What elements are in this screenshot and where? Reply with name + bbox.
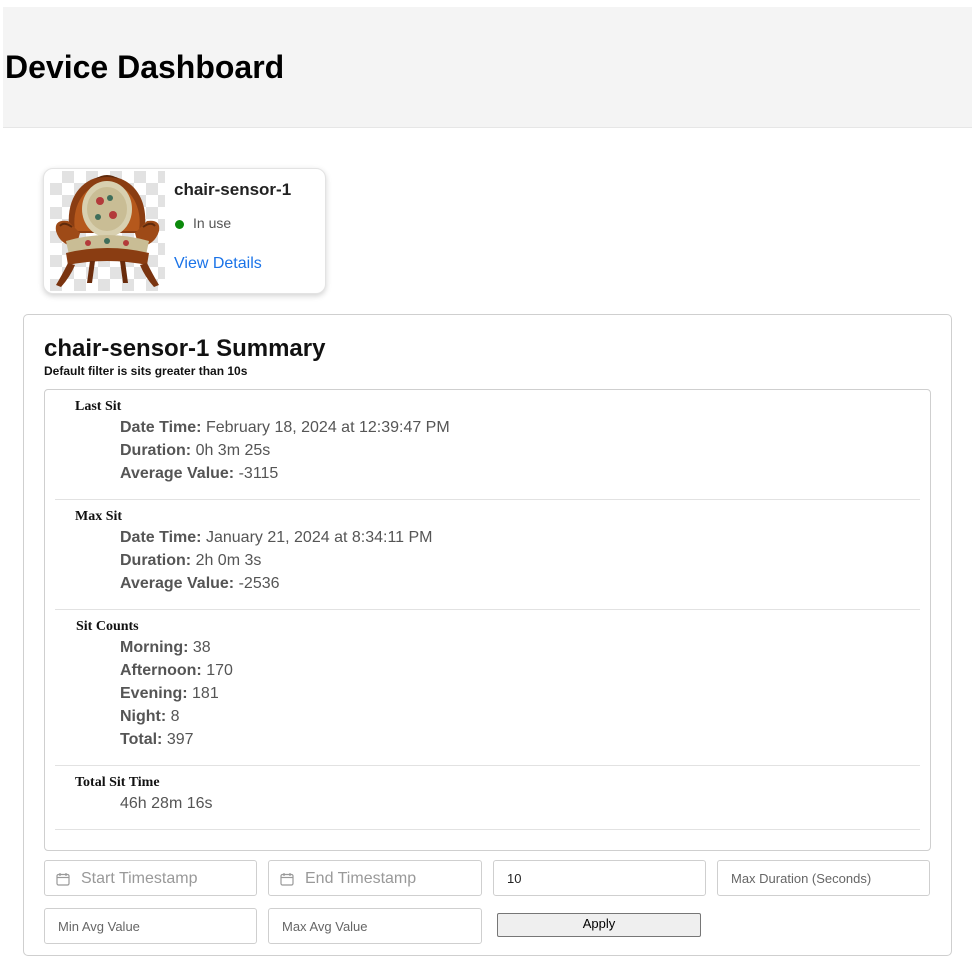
sit-count-total: Total: 397 bbox=[120, 731, 194, 748]
status-indicator-icon bbox=[175, 220, 184, 229]
min-avg-placeholder: Min Avg Value bbox=[58, 919, 140, 934]
max-sit-section: Max Sit Date Time: January 21, 2024 at 8… bbox=[55, 509, 920, 610]
min-duration-input[interactable]: 10 bbox=[493, 860, 706, 896]
max-avg-value-input[interactable]: Max Avg Value bbox=[268, 908, 482, 944]
end-timestamp-input[interactable]: End Timestamp bbox=[268, 860, 482, 896]
summary-subtitle: Default filter is sits greater than 10s bbox=[44, 364, 248, 378]
end-timestamp-placeholder: End Timestamp bbox=[305, 870, 417, 887]
max-sit-duration: Duration: 2h 0m 3s bbox=[120, 552, 262, 569]
max-sit-label: Max Sit bbox=[75, 509, 123, 524]
max-sit-average: Average Value: -2536 bbox=[120, 575, 280, 592]
sit-counts-section: Sit Counts Morning: 38 Afternoon: 170 Ev… bbox=[55, 619, 920, 766]
stats-box: Last Sit Date Time: February 18, 2024 at… bbox=[44, 389, 931, 851]
armchair-image bbox=[50, 171, 165, 291]
max-duration-placeholder: Max Duration (Seconds) bbox=[731, 871, 872, 886]
apply-button[interactable]: Apply bbox=[497, 913, 701, 937]
device-name: chair-sensor-1 bbox=[174, 180, 292, 199]
last-sit-datetime: Date Time: February 18, 2024 at 12:39:47… bbox=[120, 419, 450, 436]
summary-title: chair-sensor-1 Summary bbox=[44, 335, 326, 362]
start-timestamp-placeholder: Start Timestamp bbox=[81, 870, 198, 887]
last-sit-duration: Duration: 0h 3m 25s bbox=[120, 442, 271, 459]
sit-counts-label: Sit Counts bbox=[76, 619, 139, 634]
page-header: Device Dashboard bbox=[3, 7, 972, 128]
total-sit-time-label: Total Sit Time bbox=[75, 775, 160, 790]
max-sit-datetime: Date Time: January 21, 2024 at 8:34:11 P… bbox=[120, 529, 433, 546]
sit-count-morning: Morning: 38 bbox=[120, 639, 211, 656]
min-duration-value: 10 bbox=[507, 871, 522, 886]
start-timestamp-input[interactable]: Start Timestamp bbox=[44, 860, 257, 896]
sit-count-night: Night: 8 bbox=[120, 708, 180, 725]
sit-count-evening: Evening: 181 bbox=[120, 685, 219, 702]
view-details-link[interactable]: View Details bbox=[174, 255, 262, 273]
last-sit-label: Last Sit bbox=[75, 399, 122, 414]
max-duration-input[interactable]: Max Duration (Seconds) bbox=[717, 860, 930, 896]
last-sit-section: Last Sit Date Time: February 18, 2024 at… bbox=[55, 399, 920, 500]
min-avg-value-input[interactable]: Min Avg Value bbox=[44, 908, 257, 944]
max-avg-placeholder: Max Avg Value bbox=[282, 919, 368, 934]
total-sit-time-section: Total Sit Time 46h 28m 16s bbox=[55, 775, 920, 830]
page-title: Device Dashboard bbox=[5, 49, 285, 85]
last-sit-average: Average Value: -3115 bbox=[120, 465, 279, 482]
device-card[interactable]: chair-sensor-1 In use View Details bbox=[43, 168, 326, 294]
total-sit-time-value: 46h 28m 16s bbox=[120, 795, 213, 812]
sit-count-afternoon: Afternoon: 170 bbox=[120, 662, 233, 679]
device-status: In use bbox=[193, 215, 232, 231]
calendar-icon bbox=[56, 873, 70, 886]
armchair-icon bbox=[55, 175, 160, 287]
calendar-icon bbox=[280, 873, 294, 886]
